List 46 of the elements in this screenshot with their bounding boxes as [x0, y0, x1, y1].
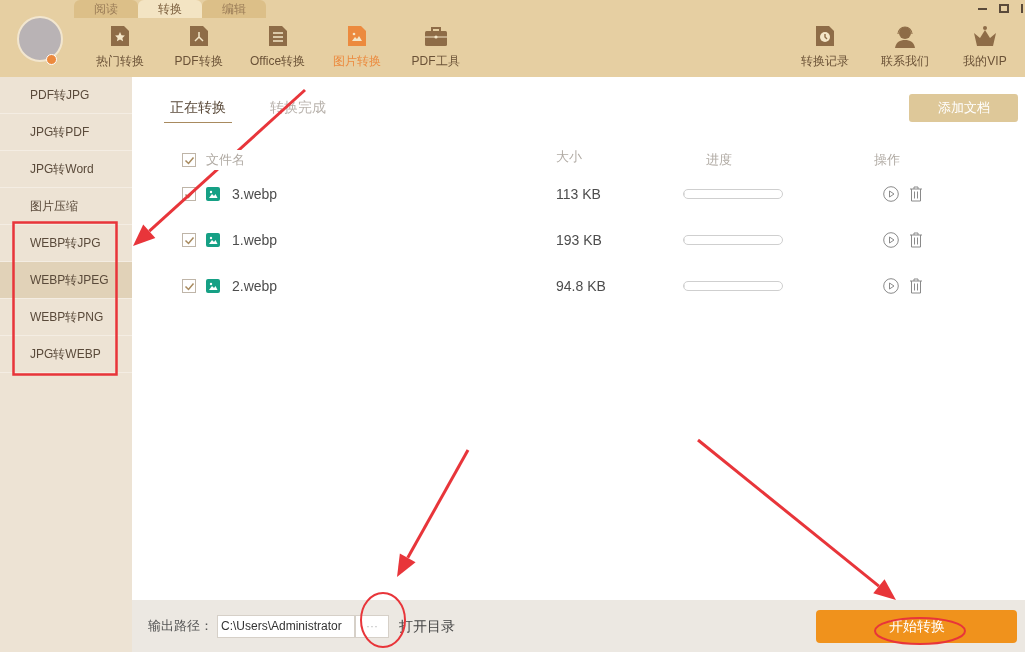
nav-item[interactable]: PDF转换 — [159, 24, 238, 70]
maximize-icon[interactable] — [999, 4, 1009, 13]
file-size: 193 KB — [556, 230, 603, 250]
checkbox[interactable] — [182, 279, 196, 293]
nav-item[interactable]: PDF工具 — [396, 24, 475, 70]
close-icon[interactable] — [1021, 4, 1025, 13]
output-path-label: 输出路径： — [148, 617, 213, 636]
toolbar-item[interactable]: 转换记录 — [785, 24, 865, 70]
nav-item[interactable]: 热门转换 — [80, 24, 159, 70]
sidebar-item[interactable]: WEBP转JPEG — [0, 262, 132, 299]
checkbox[interactable] — [182, 233, 196, 247]
file-size: 94.8 KB — [556, 276, 607, 296]
checkbox[interactable] — [182, 153, 196, 167]
trash-icon[interactable] — [909, 186, 923, 202]
image-file-icon — [206, 233, 220, 247]
file-name: 2.webp — [232, 276, 278, 296]
output-path-field[interactable]: C:\Users\Administrator — [217, 614, 355, 638]
column-header: 大小 — [556, 148, 583, 167]
avatar[interactable] — [17, 15, 63, 62]
file-size: 113 KB — [556, 184, 602, 204]
file-name: 3.webp — [232, 184, 278, 204]
image-file-icon — [206, 187, 220, 201]
minimize-icon[interactable] — [978, 7, 987, 10]
sidebar-item[interactable]: WEBP转PNG — [0, 299, 132, 336]
trash-icon[interactable] — [909, 278, 923, 294]
vip-badge-icon — [46, 54, 57, 65]
trash-icon[interactable] — [909, 232, 923, 248]
image-file-icon — [206, 279, 220, 293]
mode-tab[interactable]: 转换 — [138, 0, 202, 18]
column-header: 文件名 — [206, 150, 245, 170]
toolbar-item[interactable]: 联系我们 — [865, 24, 945, 70]
play-icon[interactable] — [883, 278, 899, 294]
toolbar-item[interactable]: 我的VIP — [945, 24, 1025, 70]
column-header: 进度 — [705, 151, 733, 170]
sidebar-item[interactable]: JPG转Word — [0, 151, 132, 188]
tab[interactable]: 正在转换 — [164, 97, 232, 123]
file-name: 1.webp — [232, 230, 278, 250]
sidebar-item[interactable]: JPG转WEBP — [0, 336, 132, 373]
play-icon[interactable] — [883, 232, 899, 248]
sidebar-item[interactable]: PDF转JPG — [0, 77, 132, 114]
sidebar-item[interactable]: JPG转PDF — [0, 114, 132, 151]
column-header: 操作 — [874, 151, 900, 170]
play-icon[interactable] — [883, 186, 899, 202]
sidebar-item[interactable]: 图片压缩 — [0, 188, 132, 225]
support-icon — [892, 24, 918, 50]
nav-item[interactable]: Office转换 — [238, 24, 317, 70]
